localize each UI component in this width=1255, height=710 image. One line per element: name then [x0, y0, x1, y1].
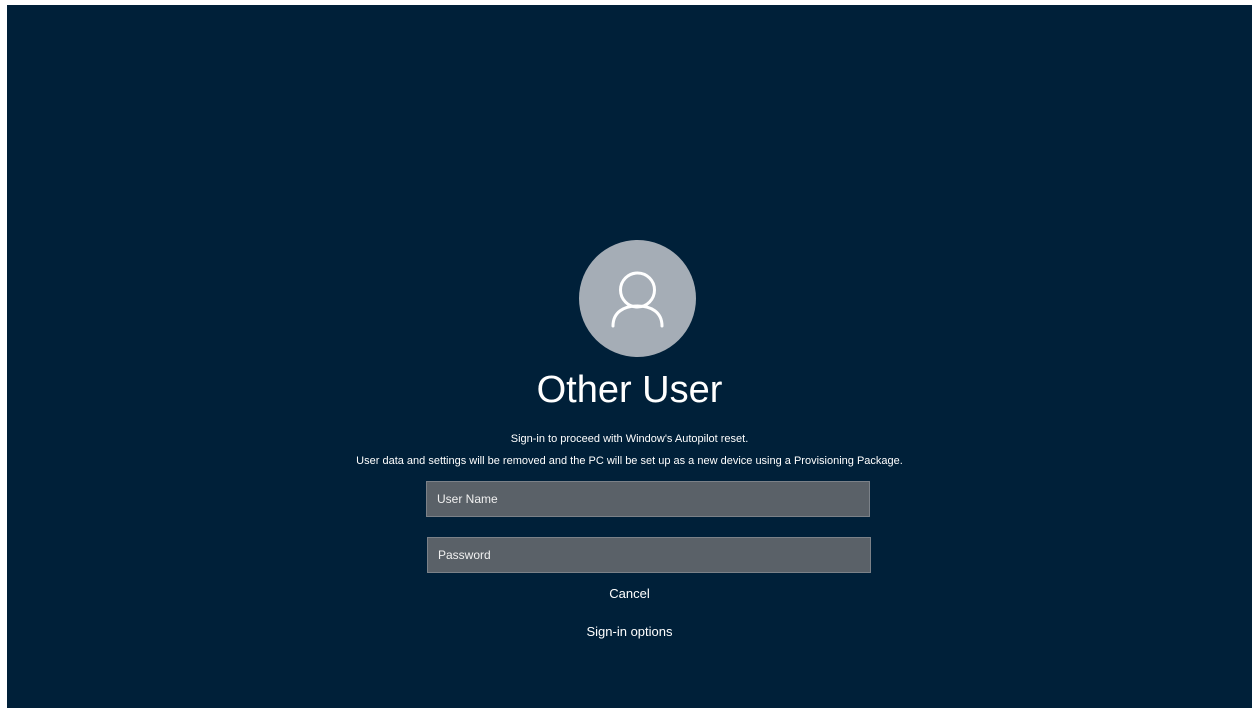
signin-options-link[interactable]: Sign-in options: [587, 624, 673, 639]
signin-options-row: Sign-in options: [7, 624, 1252, 639]
password-input[interactable]: [427, 537, 871, 573]
user-display-name: Other User: [536, 369, 723, 411]
reset-message-line1: Sign-in to proceed with Window's Autopil…: [510, 433, 749, 445]
reset-message-line2: User data and settings will be removed a…: [356, 455, 903, 467]
avatar: [579, 240, 696, 357]
username-input[interactable]: [426, 481, 870, 517]
person-icon: [611, 271, 664, 328]
cancel-link-row: Cancel: [7, 586, 1252, 601]
cancel-button[interactable]: Cancel: [609, 586, 649, 601]
lock-screen: Other User Sign-in to proceed with Windo…: [7, 5, 1252, 708]
